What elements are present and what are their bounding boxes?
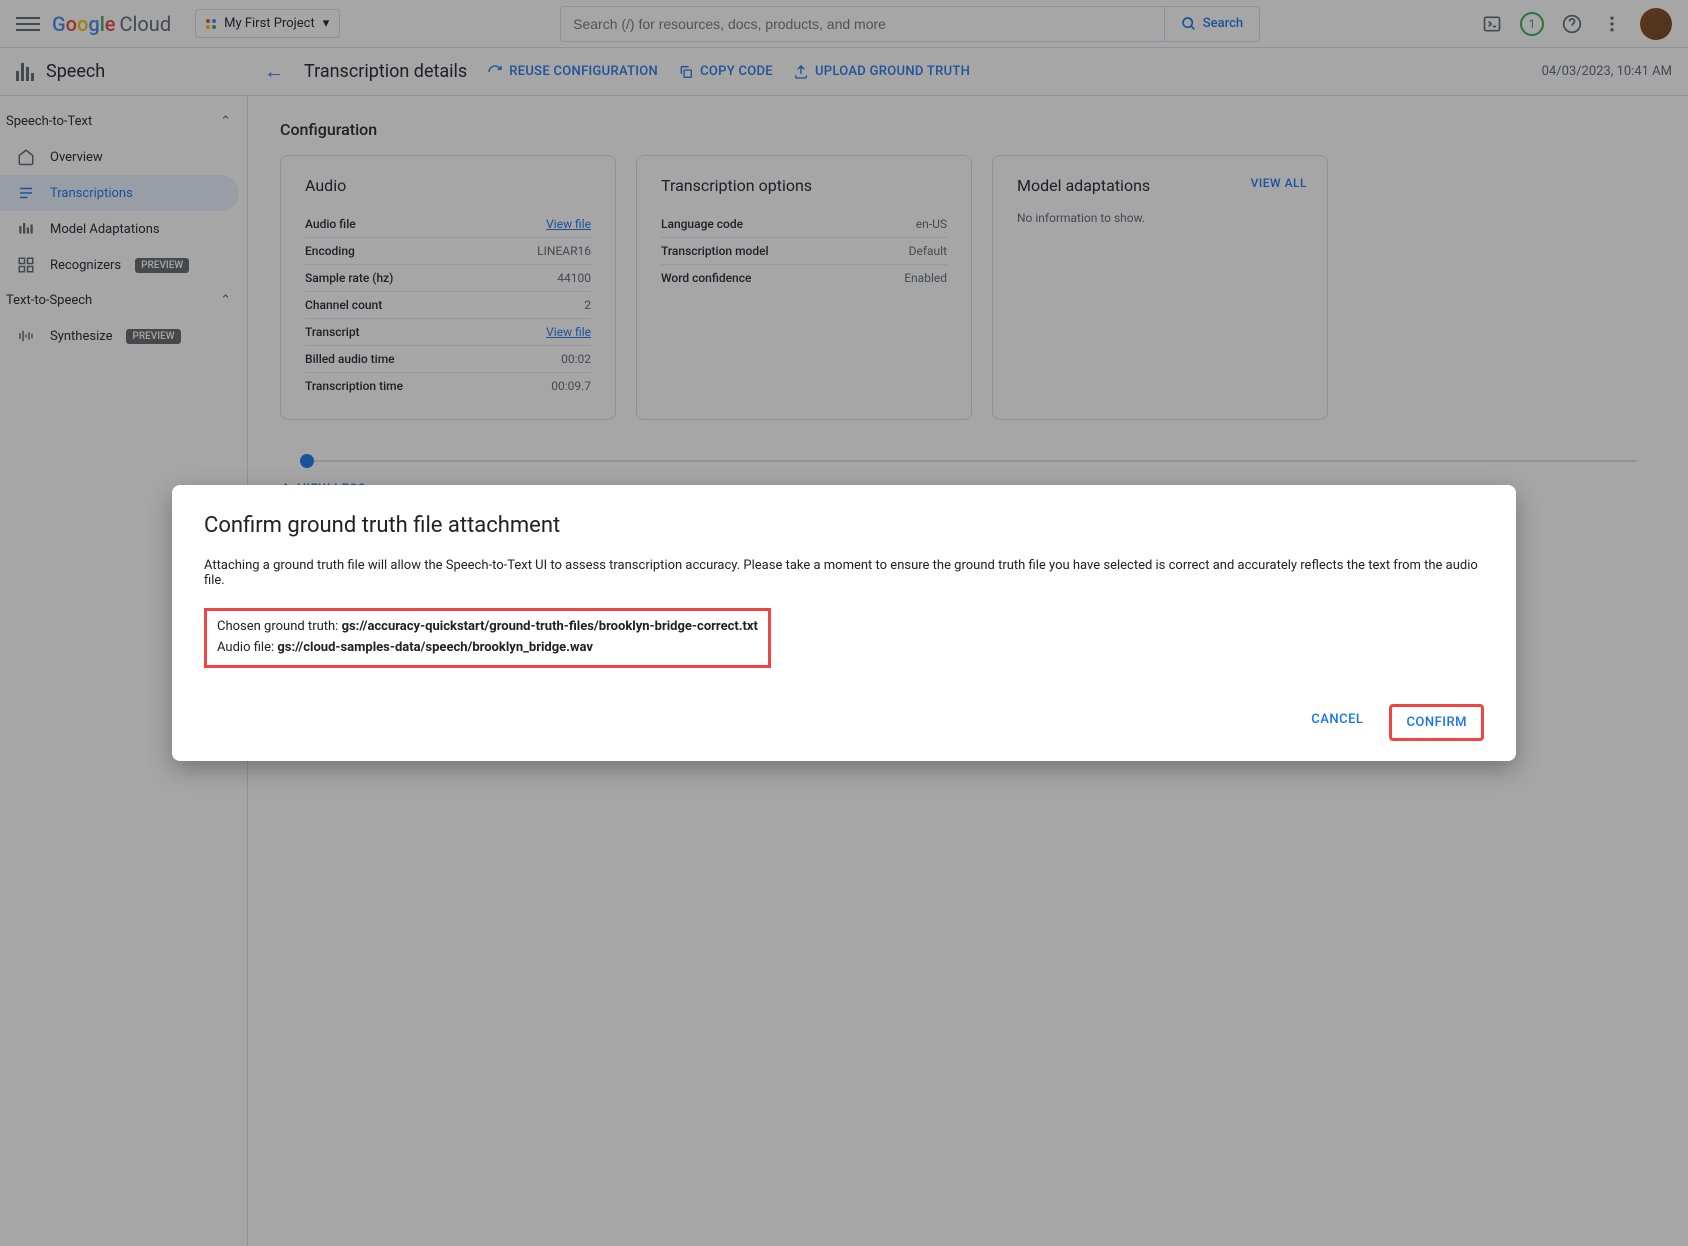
audio-file-path: gs://cloud-samples-data/speech/brooklyn_…: [277, 640, 593, 655]
modal-overlay: Confirm ground truth file attachment Att…: [0, 0, 1688, 1246]
confirm-ground-truth-modal: Confirm ground truth file attachment Att…: [172, 485, 1516, 761]
modal-title: Confirm ground truth file attachment: [204, 513, 1484, 538]
cancel-button[interactable]: CANCEL: [1297, 704, 1377, 741]
ground-truth-path: gs://accuracy-quickstart/ground-truth-fi…: [342, 619, 758, 634]
confirm-button[interactable]: CONFIRM: [1389, 704, 1484, 741]
modal-description: Attaching a ground truth file will allow…: [204, 558, 1484, 588]
file-info-box: Chosen ground truth: gs://accuracy-quick…: [204, 608, 771, 668]
